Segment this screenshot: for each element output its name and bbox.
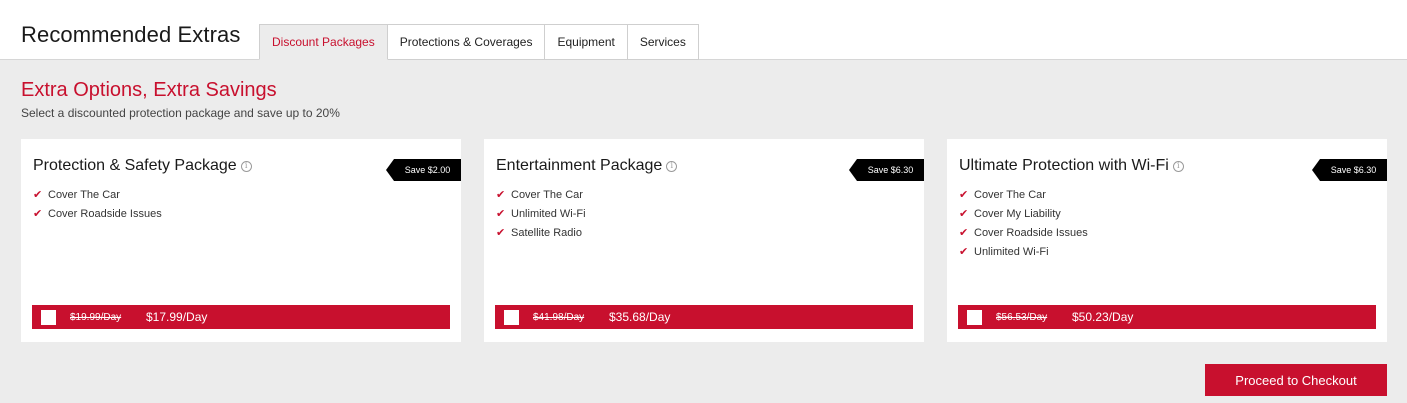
checkmark-icon: ✔ xyxy=(33,207,43,220)
package-select-bar[interactable]: $41.98/Day $35.68/Day xyxy=(495,305,913,329)
old-price: $19.99/Day xyxy=(70,311,122,323)
feature-item: ✔ Cover My Liability xyxy=(959,204,1088,223)
new-price: $50.23/Day xyxy=(1072,310,1134,324)
package-checkbox[interactable] xyxy=(504,309,519,325)
feature-label: Satellite Radio xyxy=(511,226,582,239)
package-checkbox[interactable] xyxy=(41,309,56,325)
tab-protections-coverages[interactable]: Protections & Coverages xyxy=(387,24,546,60)
tab-bar: Discount Packages Protections & Coverage… xyxy=(259,24,699,60)
tab-discount-packages[interactable]: Discount Packages xyxy=(259,24,388,60)
info-icon[interactable]: i xyxy=(1172,160,1184,172)
feature-item: ✔ Cover The Car xyxy=(496,185,586,204)
section-subline: Select a discounted protection package a… xyxy=(21,106,340,120)
feature-label: Cover Roadside Issues xyxy=(974,226,1088,239)
save-badge: Save $6.30 xyxy=(1312,159,1387,181)
checkmark-icon: ✔ xyxy=(959,207,969,220)
checkmark-icon: ✔ xyxy=(496,188,506,201)
feature-list: ✔ Cover The Car ✔ Cover My Liability ✔ Cove… xyxy=(959,185,1088,261)
old-price: $56.53/Day xyxy=(996,311,1048,323)
feature-list: ✔ Cover The Car ✔ Cover Roadside Issues xyxy=(33,185,162,223)
tab-equipment[interactable]: Equipment xyxy=(545,24,628,60)
header-bar: Recommended Extras Discount Packages Pro… xyxy=(0,0,1407,60)
package-title: Protection & Safety Package i xyxy=(33,157,252,175)
feature-label: Cover Roadside Issues xyxy=(48,207,162,220)
package-checkbox[interactable] xyxy=(967,309,982,325)
feature-item: ✔ Unlimited Wi-Fi xyxy=(959,242,1088,261)
checkmark-icon: ✔ xyxy=(959,226,969,239)
package-title-text: Entertainment Package xyxy=(496,157,663,174)
feature-label: Cover The Car xyxy=(974,188,1046,201)
checkmark-icon: ✔ xyxy=(496,207,506,220)
feature-list: ✔ Cover The Car ✔ Unlimited Wi-Fi ✔ Satelli… xyxy=(496,185,586,242)
package-card-ultimate-protection: Ultimate Protection with Wi-Fi i Save $6… xyxy=(947,139,1387,342)
info-icon[interactable]: i xyxy=(240,160,252,172)
package-select-bar[interactable]: $56.53/Day $50.23/Day xyxy=(958,305,1376,329)
section-headline: Extra Options, Extra Savings xyxy=(21,79,277,101)
package-select-bar[interactable]: $19.99/Day $17.99/Day xyxy=(32,305,450,329)
package-title-text: Protection & Safety Package xyxy=(33,157,237,174)
feature-label: Cover The Car xyxy=(48,188,120,201)
package-title: Entertainment Package i xyxy=(496,157,678,175)
package-title: Ultimate Protection with Wi-Fi i xyxy=(959,157,1184,175)
feature-label: Cover The Car xyxy=(511,188,583,201)
new-price: $17.99/Day xyxy=(146,310,208,324)
old-price: $41.98/Day xyxy=(533,311,585,323)
feature-label: Unlimited Wi-Fi xyxy=(511,207,586,220)
feature-label: Cover My Liability xyxy=(974,207,1061,220)
package-title-text: Ultimate Protection with Wi-Fi xyxy=(959,157,1169,174)
checkmark-icon: ✔ xyxy=(33,188,43,201)
proceed-to-checkout-button[interactable]: Proceed to Checkout xyxy=(1205,364,1387,396)
new-price: $35.68/Day xyxy=(609,310,671,324)
info-icon[interactable]: i xyxy=(666,160,678,172)
feature-label: Unlimited Wi-Fi xyxy=(974,245,1049,258)
feature-item: ✔ Satellite Radio xyxy=(496,223,586,242)
page-title: Recommended Extras xyxy=(21,22,241,47)
feature-item: ✔ Cover Roadside Issues xyxy=(959,223,1088,242)
feature-item: ✔ Cover The Car xyxy=(959,185,1088,204)
main-panel: Extra Options, Extra Savings Select a di… xyxy=(0,60,1407,403)
package-card-protection-safety: Protection & Safety Package i Save $2.00… xyxy=(21,139,461,342)
save-badge: Save $6.30 xyxy=(849,159,924,181)
tab-services[interactable]: Services xyxy=(627,24,699,60)
checkmark-icon: ✔ xyxy=(959,188,969,201)
feature-item: ✔ Cover Roadside Issues xyxy=(33,204,162,223)
feature-item: ✔ Cover The Car xyxy=(33,185,162,204)
checkmark-icon: ✔ xyxy=(959,245,969,258)
package-card-entertainment: Entertainment Package i Save $6.30 ✔ Cove… xyxy=(484,139,924,342)
checkmark-icon: ✔ xyxy=(496,226,506,239)
feature-item: ✔ Unlimited Wi-Fi xyxy=(496,204,586,223)
save-badge: Save $2.00 xyxy=(386,159,461,181)
